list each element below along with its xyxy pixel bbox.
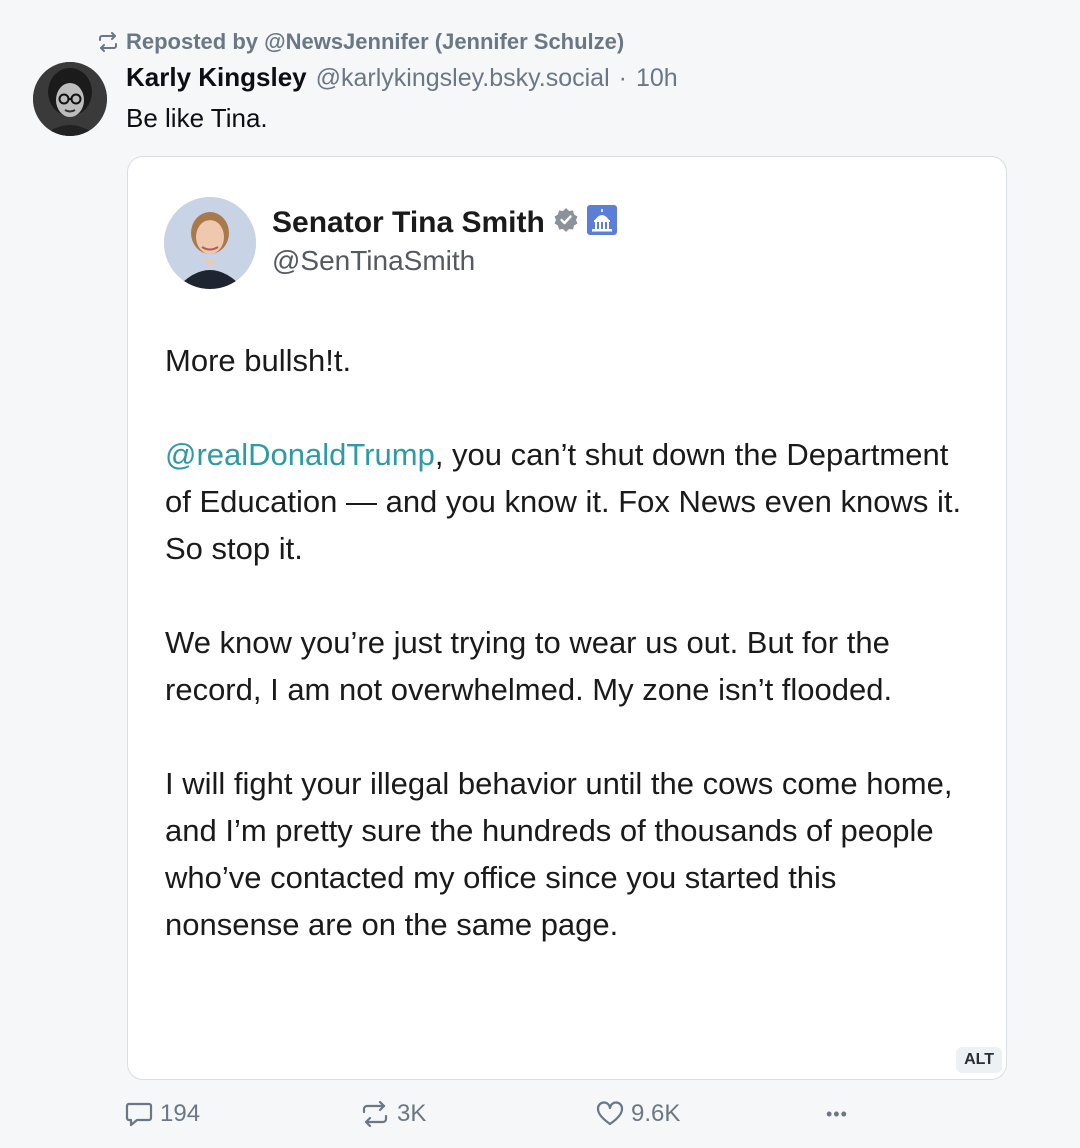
author-name[interactable]: Karly Kingsley — [126, 62, 307, 93]
feed-post[interactable]: Reposted by @NewsJennifer (Jennifer Schu… — [0, 0, 1080, 1148]
verified-badge-icon — [553, 207, 579, 238]
repost-action-icon — [360, 1101, 390, 1127]
embedded-image[interactable]: Senator Tina Smith @SenTinaSmith More bu… — [127, 156, 1007, 1080]
author-handle[interactable]: @karlykingsley.bsky.social — [316, 64, 610, 93]
embedded-paragraph-3: We know you’re just trying to wear us ou… — [165, 625, 893, 707]
senator-avatar — [164, 197, 256, 289]
senator-name: Senator Tina Smith — [272, 205, 545, 239]
more-options-button[interactable]: ••• — [826, 1097, 848, 1131]
repost-label: Reposted by @NewsJennifer (Jennifer Schu… — [126, 29, 625, 54]
alt-text-button[interactable]: ALT — [956, 1047, 1002, 1073]
separator-dot: · — [618, 64, 627, 92]
post-text: Be like Tina. — [126, 103, 268, 133]
repost-icon — [97, 32, 119, 52]
senator-handle: @SenTinaSmith — [272, 245, 476, 276]
reply-button[interactable]: 194 — [125, 1097, 200, 1131]
post-timestamp[interactable]: 10h — [636, 64, 678, 93]
reply-icon — [125, 1101, 153, 1127]
senator-name-row: Senator Tina Smith — [272, 205, 617, 240]
embedded-paragraph-2: @realDonaldTrump, you can’t shut down th… — [165, 431, 965, 572]
repost-button[interactable]: 3K — [360, 1097, 426, 1131]
heart-icon — [596, 1101, 624, 1127]
more-icon: ••• — [826, 1103, 848, 1124]
like-count: 9.6K — [631, 1100, 681, 1127]
repost-indicator[interactable]: Reposted by @NewsJennifer (Jennifer Schu… — [97, 28, 624, 56]
author-line: Karly Kingsley @karlykingsley.bsky.socia… — [126, 62, 678, 98]
mention-link: @realDonaldTrump — [165, 437, 435, 472]
capitol-icon — [586, 205, 617, 240]
author-avatar[interactable] — [33, 62, 107, 136]
like-button[interactable]: 9.6K — [596, 1097, 680, 1131]
embedded-paragraph-4: I will fight your illegal behavior until… — [165, 766, 953, 942]
embedded-paragraph-1: More bullsh!t. — [165, 343, 352, 378]
repost-count: 3K — [397, 1100, 427, 1127]
embedded-post-body: More bullsh!t. @realDonaldTrump, you can… — [165, 337, 965, 948]
reply-count: 194 — [160, 1100, 201, 1127]
